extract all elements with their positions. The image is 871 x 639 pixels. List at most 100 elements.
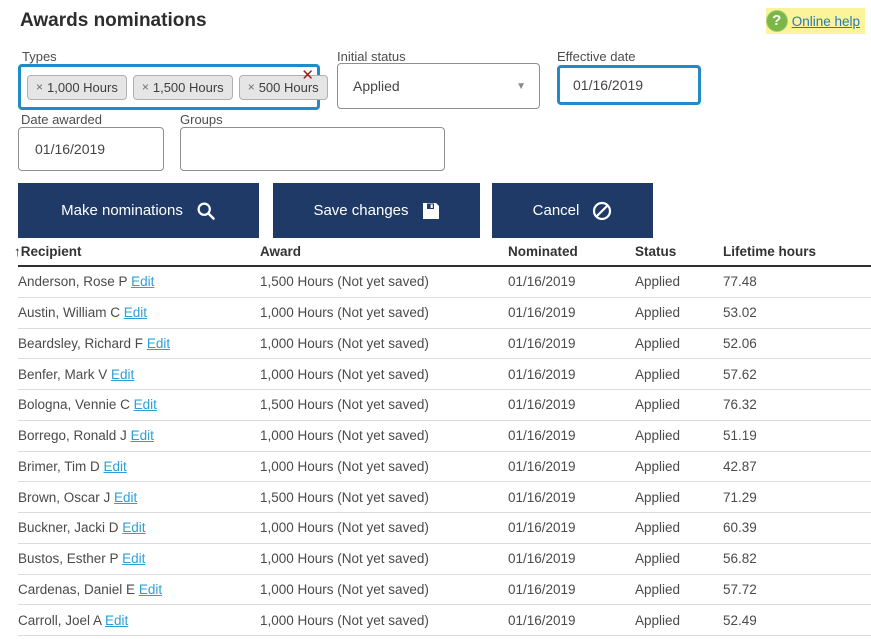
recipient-name: Anderson, Rose P [18,274,132,290]
table-body: Anderson, Rose P Edit 1,500 Hours (Not y… [18,267,871,636]
initial-status-select[interactable]: Applied ▼ [337,63,540,109]
status-cell: Applied [635,612,681,628]
nominated-cell: 01/16/2019 [508,274,576,290]
edit-link[interactable]: Edit [104,459,127,474]
table-row: Bustos, Esther P Edit 1,000 Hours (Not y… [18,544,871,575]
remove-tag-icon[interactable]: × [36,80,43,94]
nominated-cell: 01/16/2019 [508,489,576,505]
cancel-button[interactable]: Cancel [492,183,653,238]
cancel-label: Cancel [532,202,580,219]
edit-link[interactable]: Edit [114,490,137,505]
status-cell: Applied [635,366,681,382]
column-header-nominated[interactable]: Nominated [508,244,635,259]
effective-date-input[interactable]: 01/16/2019 [557,65,701,105]
initial-status-label: Initial status [337,49,406,64]
recipient-cell: Brimer, Tim D Edit [18,459,260,474]
table-row: Buckner, Jacki D Edit 1,000 Hours (Not y… [18,513,871,544]
date-awarded-label: Date awarded [21,112,102,127]
nominated-cell: 01/16/2019 [508,366,576,382]
effective-date-label: Effective date [557,49,636,64]
edit-link[interactable]: Edit [147,336,170,351]
recipient-name: Austin, William C [18,305,124,321]
recipient-name: Benfer, Mark V [18,366,112,382]
question-mark-icon: ? [765,10,788,32]
award-cell: 1,000 Hours (Not yet saved) [260,305,429,321]
award-cell: 1,000 Hours (Not yet saved) [260,335,429,351]
edit-link[interactable]: Edit [122,551,145,566]
table-row: Cardenas, Daniel E Edit 1,000 Hours (Not… [18,575,871,606]
recipient-name: Brown, Oscar J [18,489,115,505]
type-tag[interactable]: × 1,000 Hours [27,74,127,100]
nominated-cell: 01/16/2019 [508,305,576,321]
status-cell: Applied [635,428,681,444]
types-label: Types [22,49,57,64]
status-cell: Applied [635,520,681,536]
recipient-cell: Borrego, Ronald J Edit [18,428,260,443]
online-help-link[interactable]: Online help [792,14,860,29]
edit-link[interactable]: Edit [122,520,145,535]
recipient-name: Buckner, Jacki D [18,520,123,536]
recipient-cell: Cardenas, Daniel E Edit [18,582,260,597]
nominated-cell: 01/16/2019 [508,551,576,567]
groups-input[interactable] [180,127,445,171]
groups-label: Groups [180,112,223,127]
recipient-name: Bustos, Esther P [18,551,123,567]
recipient-cell: Benfer, Mark V Edit [18,367,260,382]
recipient-cell: Beardsley, Richard F Edit [18,336,260,351]
recipient-cell: Austin, William C Edit [18,305,260,320]
table-row: Borrego, Ronald J Edit 1,000 Hours (Not … [18,421,871,452]
award-cell: 1,000 Hours (Not yet saved) [260,520,429,536]
award-cell: 1,000 Hours (Not yet saved) [260,458,429,474]
award-cell: 1,000 Hours (Not yet saved) [260,551,429,567]
remove-tag-icon[interactable]: × [248,80,255,94]
sort-ascending-icon: ↑ [14,244,21,259]
award-cell: 1,500 Hours (Not yet saved) [260,489,429,505]
nominated-cell: 01/16/2019 [508,458,576,474]
status-cell: Applied [635,274,681,290]
lifetime-hours-cell: 76.32 [723,397,757,413]
table-row: Brimer, Tim D Edit 1,000 Hours (Not yet … [18,452,871,483]
edit-link[interactable]: Edit [131,428,154,443]
table-row: Carroll, Joel A Edit 1,000 Hours (Not ye… [18,605,871,636]
save-changes-button[interactable]: Save changes [273,183,480,238]
make-nominations-label: Make nominations [61,202,183,219]
table-row: Bologna, Vennie C Edit 1,500 Hours (Not … [18,390,871,421]
edit-link[interactable]: Edit [134,397,157,412]
online-help: ? Online help [765,8,865,34]
recipient-cell: Bustos, Esther P Edit [18,551,260,566]
column-header-recipient[interactable]: ↑Recipient [14,244,260,259]
search-icon [196,201,216,221]
column-header-lifetime-hours[interactable]: Lifetime hours [723,244,871,259]
cancel-icon [592,201,612,221]
type-tag-label: 1,000 Hours [47,79,118,95]
types-multiselect[interactable]: × 1,000 Hours × 1,500 Hours × 500 Hours … [18,64,328,110]
column-header-status[interactable]: Status [635,244,723,259]
initial-status-value: Applied [353,78,400,94]
lifetime-hours-cell: 71.29 [723,489,757,505]
page-title: Awards nominations [20,10,207,31]
recipient-cell: Anderson, Rose P Edit [18,274,260,289]
nominated-cell: 01/16/2019 [508,397,576,413]
nominated-cell: 01/16/2019 [508,520,576,536]
type-tag[interactable]: × 500 Hours [238,74,328,100]
column-header-award[interactable]: Award [260,244,508,259]
clear-types-icon[interactable]: ✕ [301,68,314,83]
make-nominations-button[interactable]: Make nominations [18,183,259,238]
edit-link[interactable]: Edit [111,367,134,382]
edit-link[interactable]: Edit [124,305,147,320]
edit-link[interactable]: Edit [131,274,154,289]
edit-link[interactable]: Edit [139,582,162,597]
edit-link[interactable]: Edit [105,613,128,628]
nominations-table: ↑Recipient Award Nominated Status Lifeti… [14,244,871,636]
date-awarded-input[interactable]: 01/16/2019 [18,127,164,171]
recipient-name: Brimer, Tim D [18,458,104,474]
chevron-down-icon: ▼ [516,81,526,92]
lifetime-hours-cell: 56.82 [723,551,757,567]
awards-nominations-page: Awards nominations ? Online help Types I… [0,0,871,639]
award-cell: 1,000 Hours (Not yet saved) [260,428,429,444]
lifetime-hours-cell: 51.19 [723,428,757,444]
type-tag[interactable]: × 1,500 Hours [132,74,233,100]
remove-tag-icon[interactable]: × [142,80,149,94]
table-row: Austin, William C Edit 1,000 Hours (Not … [18,298,871,329]
award-cell: 1,500 Hours (Not yet saved) [260,274,429,290]
